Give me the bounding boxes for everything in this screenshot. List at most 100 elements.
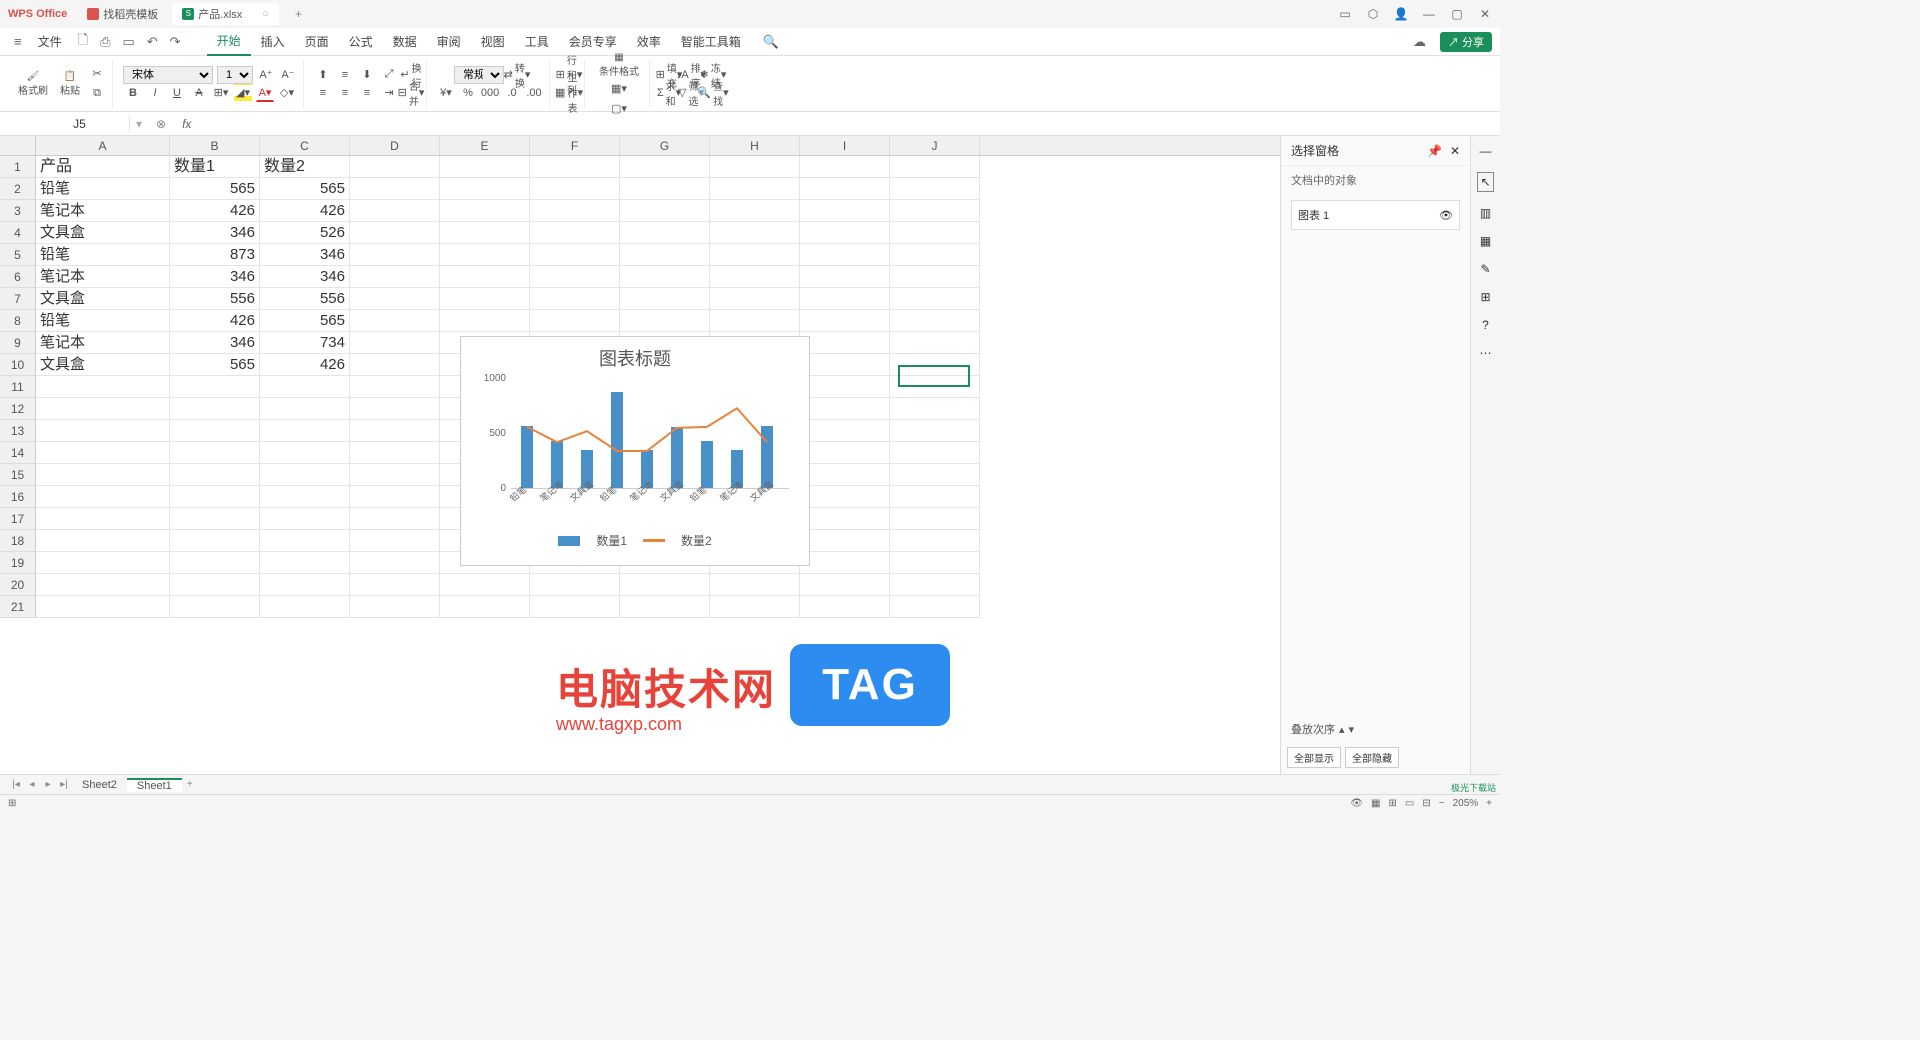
- cell[interactable]: [530, 200, 620, 222]
- visibility-icon[interactable]: 👁: [1439, 209, 1453, 222]
- row-header[interactable]: 14: [0, 442, 36, 464]
- row-header[interactable]: 7: [0, 288, 36, 310]
- formula-input[interactable]: [199, 114, 1500, 134]
- cell[interactable]: 文具盒: [36, 222, 170, 244]
- cell[interactable]: [440, 178, 530, 200]
- row-header[interactable]: 15: [0, 464, 36, 486]
- row-header[interactable]: 17: [0, 508, 36, 530]
- cell[interactable]: [170, 530, 260, 552]
- hide-all-button[interactable]: 全部隐藏: [1345, 747, 1399, 768]
- cell[interactable]: [260, 442, 350, 464]
- cell[interactable]: [800, 244, 890, 266]
- cell[interactable]: 565: [170, 354, 260, 376]
- tool-icon-3[interactable]: ✎: [1480, 262, 1490, 276]
- decrease-decimal-icon[interactable]: .0: [503, 84, 521, 102]
- cell[interactable]: [36, 442, 170, 464]
- cell[interactable]: [890, 376, 980, 398]
- search-icon[interactable]: 🔍: [763, 34, 779, 50]
- cell[interactable]: [890, 596, 980, 618]
- increase-decimal-icon[interactable]: .00: [525, 84, 543, 102]
- cell[interactable]: [36, 530, 170, 552]
- cell[interactable]: [350, 574, 440, 596]
- cell[interactable]: [350, 596, 440, 618]
- font-color-button[interactable]: A▾: [256, 84, 274, 102]
- cell[interactable]: [710, 574, 800, 596]
- col-header[interactable]: A: [36, 136, 170, 155]
- paste-button[interactable]: 📋 粘贴: [56, 69, 84, 99]
- worksheet-button[interactable]: ▦工作表▾: [560, 84, 578, 102]
- copy-icon[interactable]: ⧉: [88, 85, 106, 103]
- cell[interactable]: 426: [260, 200, 350, 222]
- align-center-icon[interactable]: ≡: [336, 84, 354, 102]
- cell[interactable]: 526: [260, 222, 350, 244]
- cell[interactable]: [800, 222, 890, 244]
- cell[interactable]: [890, 530, 980, 552]
- row-header[interactable]: 9: [0, 332, 36, 354]
- cell[interactable]: [36, 420, 170, 442]
- cell[interactable]: [350, 552, 440, 574]
- cell[interactable]: [350, 486, 440, 508]
- cell[interactable]: [260, 464, 350, 486]
- cell[interactable]: 产品: [36, 156, 170, 178]
- cell[interactable]: 426: [260, 354, 350, 376]
- cell[interactable]: [260, 376, 350, 398]
- cell[interactable]: 565: [260, 310, 350, 332]
- next-sheet-icon[interactable]: ▸: [40, 779, 56, 790]
- col-header[interactable]: H: [710, 136, 800, 155]
- user-avatar-icon[interactable]: 👤: [1394, 7, 1408, 21]
- cell[interactable]: [890, 222, 980, 244]
- comma-icon[interactable]: 000: [481, 84, 499, 102]
- cell[interactable]: 346: [260, 244, 350, 266]
- cell[interactable]: [800, 376, 890, 398]
- cell[interactable]: 数量2: [260, 156, 350, 178]
- cell[interactable]: [620, 266, 710, 288]
- file-menu[interactable]: 文件: [28, 28, 72, 56]
- format-painter-button[interactable]: 🖌 格式刷: [14, 69, 52, 99]
- cell[interactable]: [890, 442, 980, 464]
- sum-button[interactable]: Σ求和▾: [660, 84, 678, 102]
- align-left-icon[interactable]: ≡: [314, 84, 332, 102]
- col-header[interactable]: F: [530, 136, 620, 155]
- cell[interactable]: [530, 156, 620, 178]
- cell[interactable]: [260, 420, 350, 442]
- col-header[interactable]: J: [890, 136, 980, 155]
- row-header[interactable]: 21: [0, 596, 36, 618]
- row-header[interactable]: 1: [0, 156, 36, 178]
- cut-icon[interactable]: ✂: [88, 65, 106, 83]
- indent-icon[interactable]: ⇥: [380, 84, 398, 102]
- cell[interactable]: [530, 266, 620, 288]
- menu-insert[interactable]: 插入: [251, 28, 295, 56]
- cell[interactable]: [800, 486, 890, 508]
- fx-icon[interactable]: fx: [182, 117, 191, 131]
- cell[interactable]: [890, 178, 980, 200]
- cell[interactable]: [620, 222, 710, 244]
- cell[interactable]: [170, 486, 260, 508]
- tab-template[interactable]: 找稻壳模板: [77, 3, 168, 25]
- tool-icon-1[interactable]: ▥: [1480, 206, 1491, 220]
- cell[interactable]: [800, 200, 890, 222]
- merge-button[interactable]: ⊟合并▾: [402, 84, 420, 102]
- cell[interactable]: [350, 222, 440, 244]
- cell[interactable]: 数量1: [170, 156, 260, 178]
- cell[interactable]: [890, 398, 980, 420]
- cell[interactable]: 文具盒: [36, 288, 170, 310]
- cell[interactable]: [260, 530, 350, 552]
- cell[interactable]: [710, 310, 800, 332]
- cell[interactable]: [890, 354, 980, 376]
- minimize-button[interactable]: —: [1422, 7, 1436, 21]
- redo-icon[interactable]: ↷: [170, 34, 181, 50]
- cell[interactable]: [260, 596, 350, 618]
- menu-view[interactable]: 视图: [471, 28, 515, 56]
- cell[interactable]: 556: [170, 288, 260, 310]
- cell[interactable]: [36, 464, 170, 486]
- bold-button[interactable]: B: [124, 84, 142, 102]
- cell[interactable]: [260, 398, 350, 420]
- embedded-chart[interactable]: 图表标题 05001000 铅笔笔记本文具盒铅笔笔记本文具盒铅笔笔记本文具盒 数…: [460, 336, 810, 566]
- move-up-icon[interactable]: ▴: [1339, 723, 1345, 736]
- close-button[interactable]: ✕: [1478, 7, 1492, 21]
- tab-file[interactable]: S 产品.xlsx ○: [172, 3, 279, 25]
- cell[interactable]: [36, 398, 170, 420]
- cell[interactable]: [890, 552, 980, 574]
- cell[interactable]: 铅笔: [36, 178, 170, 200]
- cell[interactable]: 笔记本: [36, 266, 170, 288]
